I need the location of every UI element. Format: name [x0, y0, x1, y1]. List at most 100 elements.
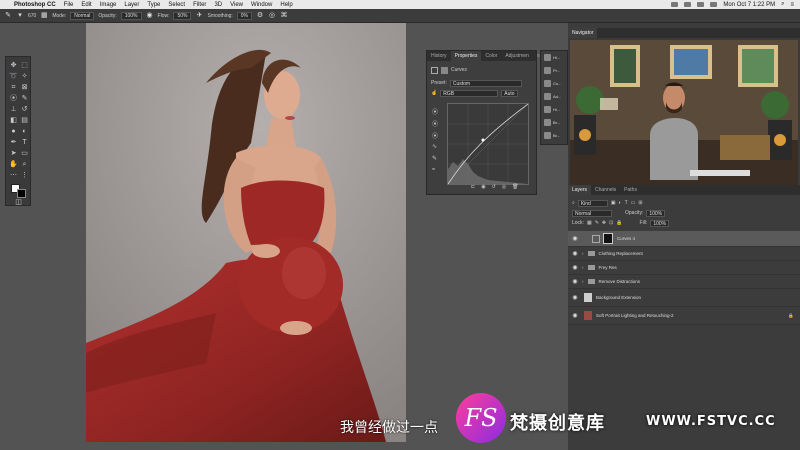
- visibility-eye-icon[interactable]: ◉: [568, 312, 582, 319]
- navigator-thumbnail[interactable]: [570, 40, 798, 186]
- move-tool-icon[interactable]: ✥: [9, 61, 18, 70]
- visibility-eye-icon[interactable]: ◉: [568, 235, 582, 242]
- eyedropper-gray-icon[interactable]: ⦿: [432, 119, 438, 128]
- layer-opacity-field[interactable]: 100%: [646, 209, 666, 217]
- pencil-curve-icon[interactable]: ✎: [432, 155, 437, 162]
- smoothing-field[interactable]: 0%: [236, 11, 253, 20]
- tray-icon[interactable]: [684, 2, 692, 7]
- tray-icon[interactable]: [671, 2, 679, 7]
- expand-chevron-icon[interactable]: ›: [582, 279, 584, 284]
- battery-icon[interactable]: [710, 2, 718, 7]
- shape-tool-icon[interactable]: ▭: [20, 149, 29, 158]
- tab-layers[interactable]: Layers: [568, 185, 592, 195]
- clip-layer-icon[interactable]: ⊏: [471, 184, 475, 190]
- menu-image[interactable]: Image: [100, 2, 117, 8]
- tab-properties[interactable]: Properties: [450, 51, 482, 61]
- pen-tool-icon[interactable]: ✒: [9, 138, 18, 147]
- dodge-tool-icon[interactable]: ◐: [20, 127, 29, 136]
- crop-tool-icon[interactable]: ⌗: [9, 83, 18, 92]
- brush-size-value[interactable]: 670: [28, 13, 36, 19]
- menu-window[interactable]: Window: [251, 2, 272, 8]
- background-color-swatch[interactable]: [17, 189, 26, 198]
- layer-row[interactable]: ◉ Curves 4: [568, 231, 800, 247]
- curve-point-tool-icon[interactable]: ∿: [432, 143, 437, 150]
- menu-layer[interactable]: Layer: [124, 2, 139, 8]
- visibility-eye-icon[interactable]: ◉: [568, 264, 582, 271]
- pressure-opacity-icon[interactable]: ◉: [146, 12, 154, 20]
- flow-field[interactable]: 50%: [173, 11, 192, 20]
- tab-navigator[interactable]: Navigator: [568, 28, 598, 38]
- layer-filter-dropdown[interactable]: Kind: [577, 199, 608, 207]
- eyedropper-white-icon[interactable]: ⦿: [432, 131, 438, 140]
- menu-filter[interactable]: Filter: [193, 2, 206, 8]
- symmetry-icon[interactable]: ⌘: [280, 12, 288, 20]
- expand-chevron-icon[interactable]: ›: [582, 265, 584, 270]
- pressure-size-icon[interactable]: ◎: [268, 12, 276, 20]
- quick-select-tool-icon[interactable]: ✧: [20, 72, 29, 81]
- panel-brush-settings-collapsed[interactable]: Br...: [541, 129, 567, 142]
- document-canvas[interactable]: [86, 23, 406, 442]
- lock-transparency-icon[interactable]: ▦: [587, 220, 592, 226]
- menu-edit[interactable]: Edit: [81, 2, 91, 8]
- blend-mode-dropdown[interactable]: Normal: [572, 209, 612, 217]
- search-icon[interactable]: ⌕: [781, 1, 784, 8]
- filter-smart-icon[interactable]: ⊞: [638, 200, 642, 206]
- edit-toolbar-icon[interactable]: ⋮: [20, 171, 29, 180]
- lock-move-icon[interactable]: ✥: [602, 220, 606, 226]
- lock-all-icon[interactable]: 🔒: [616, 220, 622, 226]
- stamp-tool-icon[interactable]: ⊥: [9, 105, 18, 114]
- smooth-curve-icon[interactable]: ≈: [432, 167, 435, 173]
- layer-mask-thumbnail[interactable]: [603, 233, 613, 244]
- lasso-tool-icon[interactable]: ➰: [9, 72, 18, 81]
- menu-select[interactable]: Select: [168, 2, 185, 8]
- filter-type-icon[interactable]: T: [625, 200, 628, 206]
- zoom-tool-icon[interactable]: ⌕: [20, 160, 29, 169]
- path-select-tool-icon[interactable]: ➤: [9, 149, 18, 158]
- panel-properties-collapsed[interactable]: Pr...: [541, 64, 567, 77]
- visibility-eye-icon[interactable]: ◉: [568, 278, 582, 285]
- gradient-tool-icon[interactable]: ▤: [20, 116, 29, 125]
- preset-dropdown[interactable]: Custom: [449, 79, 522, 87]
- fill-field[interactable]: 100%: [650, 219, 670, 227]
- blur-tool-icon[interactable]: ●: [9, 127, 18, 136]
- menu-help[interactable]: Help: [280, 2, 292, 8]
- view-previous-icon[interactable]: ◉: [481, 184, 485, 190]
- lock-brush-icon[interactable]: ✎: [595, 220, 599, 226]
- type-tool-icon[interactable]: T: [20, 138, 29, 147]
- app-name-menu[interactable]: Photoshop CC: [14, 2, 56, 8]
- filter-pixel-icon[interactable]: ▣: [611, 200, 616, 206]
- opacity-field[interactable]: 100%: [120, 11, 142, 20]
- channel-dropdown[interactable]: RGB: [440, 89, 499, 97]
- menu-type[interactable]: Type: [147, 2, 160, 8]
- eyedropper-black-icon[interactable]: ⦿: [432, 107, 438, 116]
- tab-channels[interactable]: Channels: [591, 185, 620, 195]
- menu-3d[interactable]: 3D: [214, 2, 222, 8]
- marquee-tool-icon[interactable]: ⬚: [20, 61, 29, 70]
- more-tools-icon[interactable]: ⋯: [9, 171, 18, 180]
- mask-icon[interactable]: [441, 66, 448, 74]
- history-brush-icon[interactable]: ↺: [20, 105, 29, 114]
- panel-brushes-collapsed[interactable]: Br...: [541, 116, 567, 129]
- gear-icon[interactable]: ⚙: [256, 12, 264, 20]
- layer-thumbnail[interactable]: [584, 293, 592, 302]
- reset-icon[interactable]: ↺: [492, 184, 496, 190]
- tab-adjustments[interactable]: Adjustmen: [501, 51, 533, 61]
- menu-view[interactable]: View: [230, 2, 243, 8]
- brush-settings-icon[interactable]: ▦: [40, 12, 48, 20]
- layer-row[interactable]: ◉ › Clothing Replacement: [568, 247, 800, 261]
- filter-shape-icon[interactable]: ▭: [631, 200, 636, 206]
- layer-row[interactable]: ◉ Background Extension: [568, 289, 800, 307]
- visibility-eye-icon[interactable]: ◉: [568, 294, 582, 301]
- curves-graph[interactable]: [447, 103, 529, 185]
- target-adjust-icon[interactable]: ☝: [431, 90, 437, 96]
- eyedropper-tool-icon[interactable]: ⦿: [9, 94, 18, 103]
- layer-row[interactable]: ◉ › Frey Res: [568, 261, 800, 275]
- auto-button[interactable]: Auto: [501, 89, 518, 97]
- quick-mask-icon[interactable]: ◫: [14, 198, 23, 207]
- layer-row[interactable]: ◉ › Remove Distractions: [568, 275, 800, 289]
- brush-tool-icon[interactable]: ✎: [4, 12, 12, 20]
- wifi-icon[interactable]: [697, 2, 705, 7]
- chevron-down-icon[interactable]: ▾: [16, 12, 24, 20]
- visibility-eye-icon[interactable]: ◉: [568, 250, 582, 257]
- panel-adjustments-collapsed[interactable]: Ad...: [541, 90, 567, 103]
